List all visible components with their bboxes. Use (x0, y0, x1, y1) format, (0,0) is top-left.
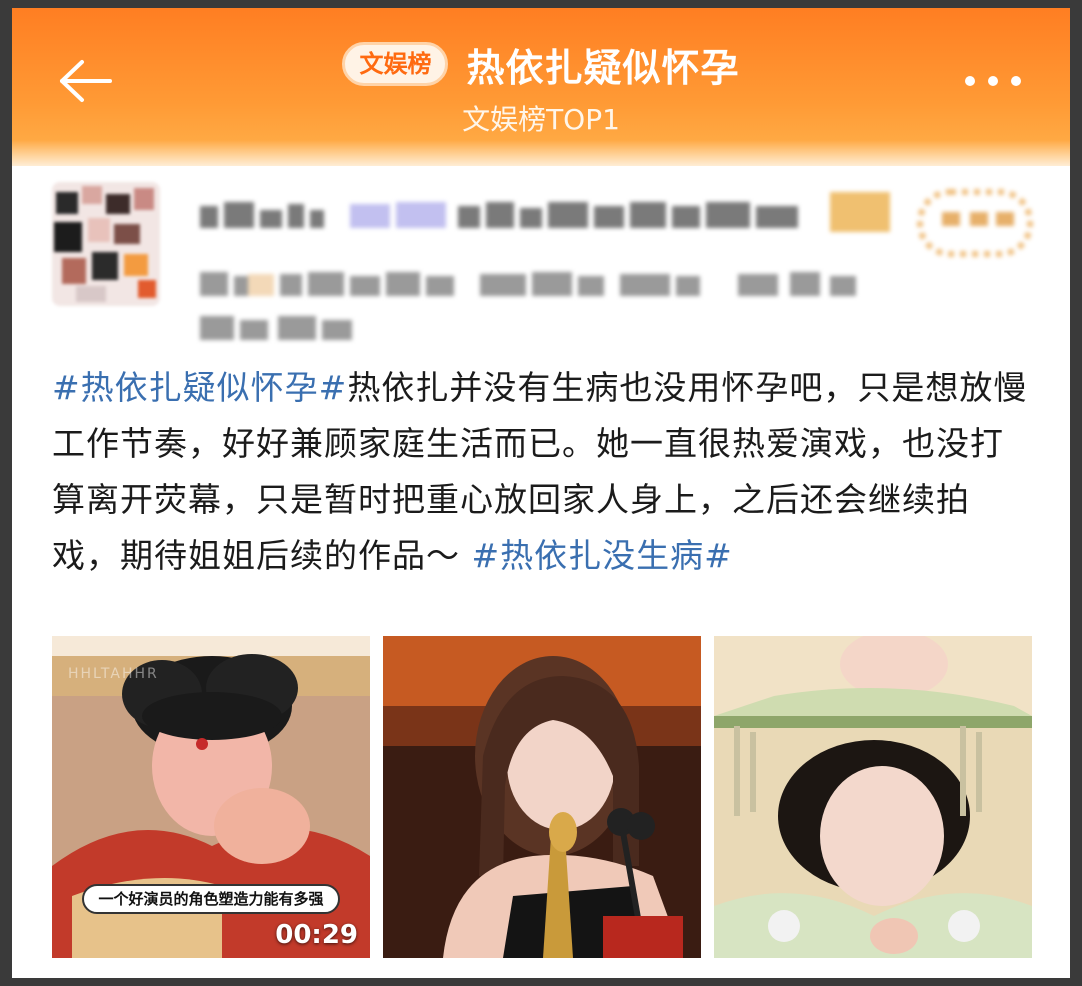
ranking-subtitle: 文娱榜TOP1 (462, 103, 620, 136)
redacted-author-text (200, 189, 1033, 340)
photo-award[interactable] (383, 636, 701, 958)
title-row: 文娱榜 热依扎疑似怀孕 (12, 36, 1070, 92)
video-caption: 一个好演员的角色塑造力能有多强 (82, 884, 340, 914)
drama-still-image (714, 636, 1032, 958)
author-block (52, 176, 1042, 346)
topic-link-pregnancy[interactable]: #热依扎疑似怀孕# (52, 368, 347, 407)
photo-drama-still[interactable] (714, 636, 1032, 958)
topic-link-not-sick[interactable]: #热依扎没生病# (472, 536, 733, 575)
video-watermark: HHLTAHHR (68, 666, 159, 682)
video-thumbnail[interactable]: HHLTAHHR 一个好演员的角色塑造力能有多强 00:29 (52, 636, 370, 958)
ranking-badge[interactable]: 文娱榜 (342, 42, 449, 86)
more-dots-icon (965, 76, 1021, 86)
more-button[interactable] (958, 66, 1028, 96)
weibo-post-screen: 文娱榜 热依扎疑似怀孕 文娱榜TOP1 #热依扎疑似怀孕#热依扎并没有生病也没用… (12, 8, 1070, 978)
header-fade (12, 140, 1070, 174)
post-body: #热依扎疑似怀孕#热依扎并没有生病也没用怀孕吧，只是想放慢工作节奏，好好兼顾家庭… (52, 360, 1032, 584)
video-duration: 00:29 (275, 920, 358, 950)
page-title: 热依扎疑似怀孕 (466, 45, 740, 90)
avatar[interactable] (52, 182, 160, 306)
image-grid: HHLTAHHR 一个好演员的角色塑造力能有多强 00:29 (52, 636, 1032, 958)
award-photo-image (383, 636, 701, 958)
